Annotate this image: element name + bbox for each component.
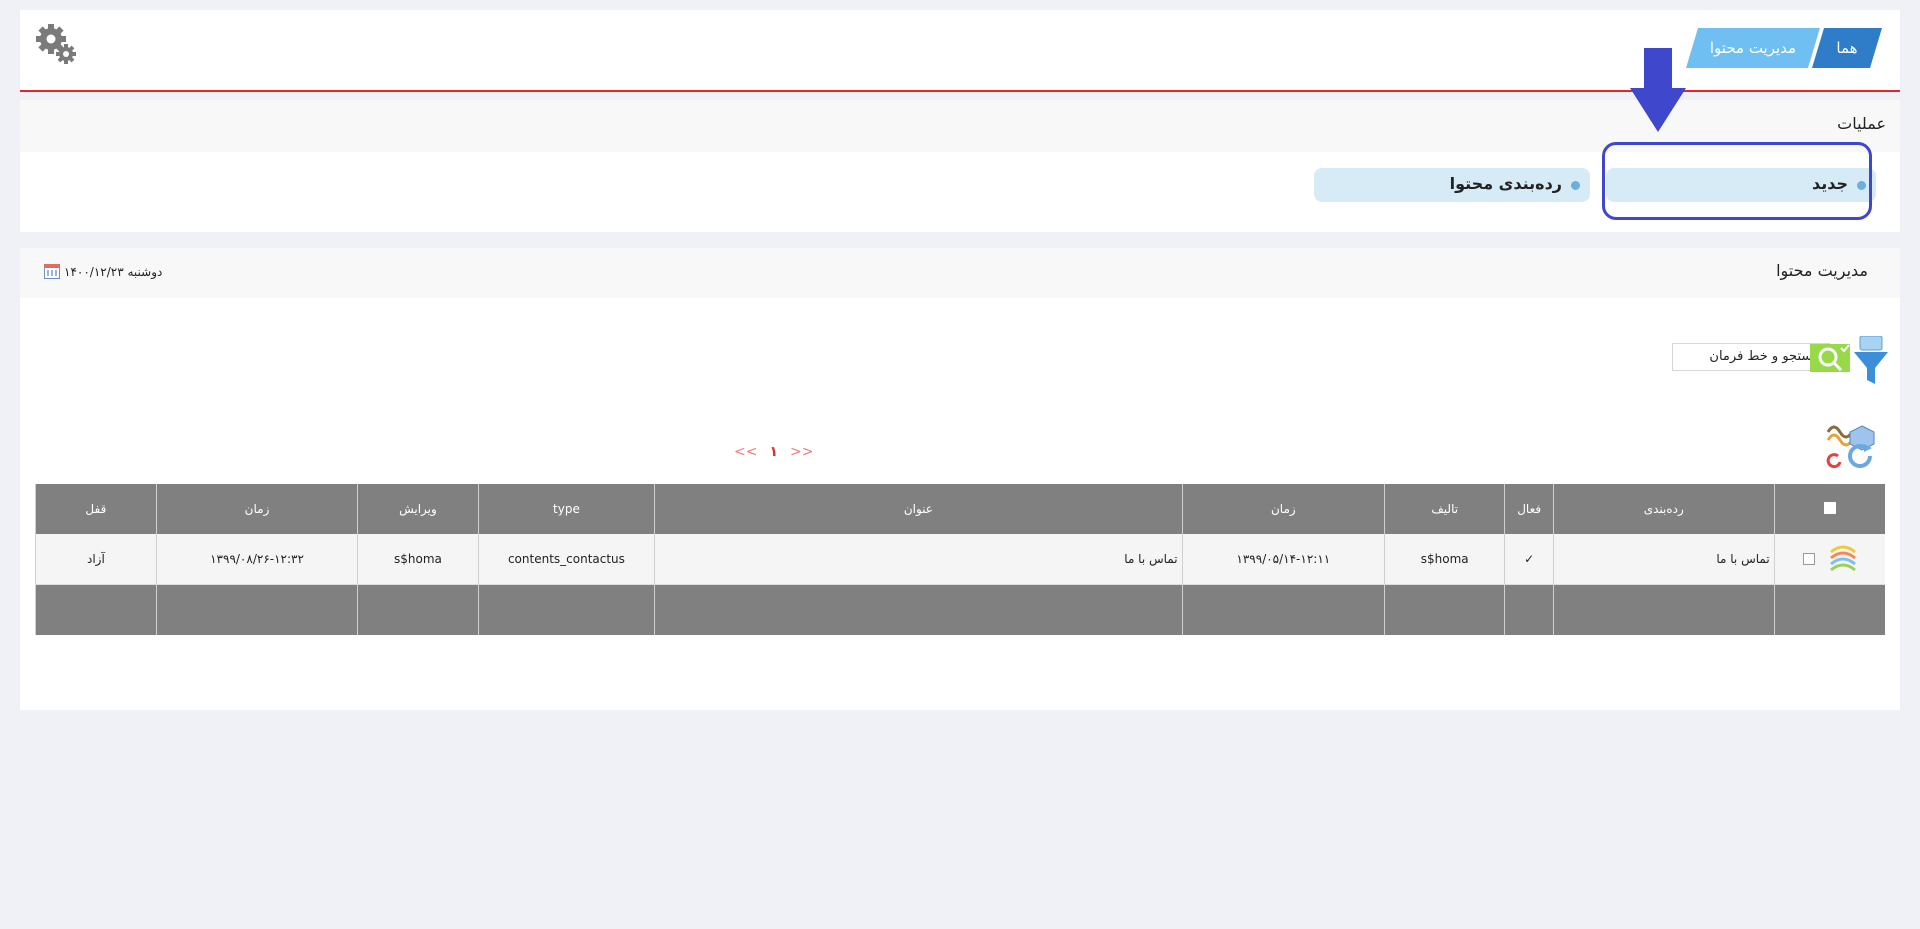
next-page-link[interactable]: >>	[790, 444, 813, 460]
filter-funnel-icon[interactable]	[1854, 336, 1888, 386]
toolbar-icons	[1826, 425, 1875, 469]
wave-icon[interactable]	[1826, 425, 1854, 447]
column-header-lock[interactable]: قفل	[35, 484, 157, 534]
breadcrumb-content-management[interactable]: مدیریت محتوا	[1686, 28, 1820, 68]
cell-title[interactable]: تماس با ما	[654, 534, 1183, 585]
settings-gear-icon[interactable]	[34, 22, 78, 66]
category-stack-icon	[1829, 545, 1856, 572]
column-header-editor[interactable]: ویرایش	[357, 484, 479, 534]
cell-editor: s$homa	[357, 534, 479, 585]
column-header-edit-time[interactable]: زمان	[155, 484, 358, 534]
row-select-cell	[1773, 534, 1885, 585]
table-row[interactable]: تماس با ما ✓ s$homa ۱۳۹۹/۰۵/۱۴-۱۲:۱۱ تما…	[35, 534, 1885, 585]
search-icon[interactable]	[1810, 344, 1850, 372]
column-header-active[interactable]: فعال	[1504, 484, 1554, 534]
content-table: رده‌بندی فعال تالیف زمان عنوان type ویرا…	[35, 484, 1885, 635]
date-text: دوشنبه ۱۴۰۰/۱۲/۲۳	[64, 264, 163, 279]
footer-cell	[155, 584, 358, 635]
refresh-icon[interactable]	[1848, 444, 1872, 468]
content-management-panel: مدیریت محتوا دوشنبه ۱۴۰۰/۱۲/۲۳ جستجو و خ…	[20, 248, 1900, 710]
cell-lock: آزاد	[35, 534, 157, 585]
prev-page-link[interactable]: <<	[734, 444, 757, 460]
highlight-box	[1602, 142, 1872, 220]
column-header-category[interactable]: رده‌بندی	[1552, 484, 1775, 534]
cell-active: ✓	[1504, 534, 1554, 585]
arrow-down-icon	[1630, 48, 1686, 132]
cell-category: تماس با ما	[1552, 534, 1775, 585]
select-all-checkbox[interactable]	[1823, 501, 1836, 514]
top-header: مدیریت محتوا هما	[20, 10, 1900, 92]
current-page-link[interactable]: ۱	[769, 444, 778, 460]
table-header-row: رده‌بندی فعال تالیف زمان عنوان type ویرا…	[35, 484, 1885, 534]
footer-cell	[1181, 584, 1385, 635]
column-header-type[interactable]: type	[477, 484, 655, 534]
row-checkbox[interactable]	[1802, 553, 1815, 565]
content-management-header: مدیریت محتوا دوشنبه ۱۴۰۰/۱۲/۲۳	[20, 248, 1900, 298]
footer-cell	[1773, 584, 1885, 635]
column-header-author[interactable]: تالیف	[1384, 484, 1505, 534]
footer-cell	[1504, 584, 1554, 635]
search-command-input[interactable]: جستجو و خط فرمان	[1672, 343, 1830, 371]
pagination: << ۱ >>	[734, 444, 813, 460]
cell-time: ۱۳۹۹/۰۵/۱۴-۱۲:۱۱	[1181, 534, 1385, 585]
cell-type: contents_contactus	[477, 534, 655, 585]
select-all-header	[1773, 484, 1885, 534]
reload-icon[interactable]	[1826, 453, 1842, 469]
search-area: جستجو و خط فرمان	[1638, 328, 1888, 384]
bullet-icon	[1571, 181, 1580, 190]
calendar-icon	[44, 264, 60, 279]
page-title: مدیریت محتوا	[1776, 261, 1868, 280]
footer-cell	[35, 584, 157, 635]
column-header-time[interactable]: زمان	[1181, 484, 1385, 534]
footer-cell	[477, 584, 655, 635]
content-category-label: رده‌بندی محتوا	[1449, 174, 1562, 193]
cell-edit-time: ۱۳۹۹/۰۸/۲۶-۱۲:۳۲	[155, 534, 358, 585]
footer-cell	[1384, 584, 1505, 635]
operations-title: عملیات	[1837, 114, 1886, 133]
date-display: دوشنبه ۱۴۰۰/۱۲/۲۳	[44, 264, 162, 279]
table-footer-row	[35, 584, 1885, 635]
footer-cell	[1552, 584, 1775, 635]
breadcrumb-home[interactable]: هما	[1812, 28, 1882, 68]
content-category-button[interactable]: رده‌بندی محتوا	[1314, 168, 1590, 202]
cell-author: s$homa	[1384, 534, 1505, 585]
footer-cell	[654, 584, 1183, 635]
column-header-title[interactable]: عنوان	[654, 484, 1183, 534]
footer-cell	[357, 584, 479, 635]
